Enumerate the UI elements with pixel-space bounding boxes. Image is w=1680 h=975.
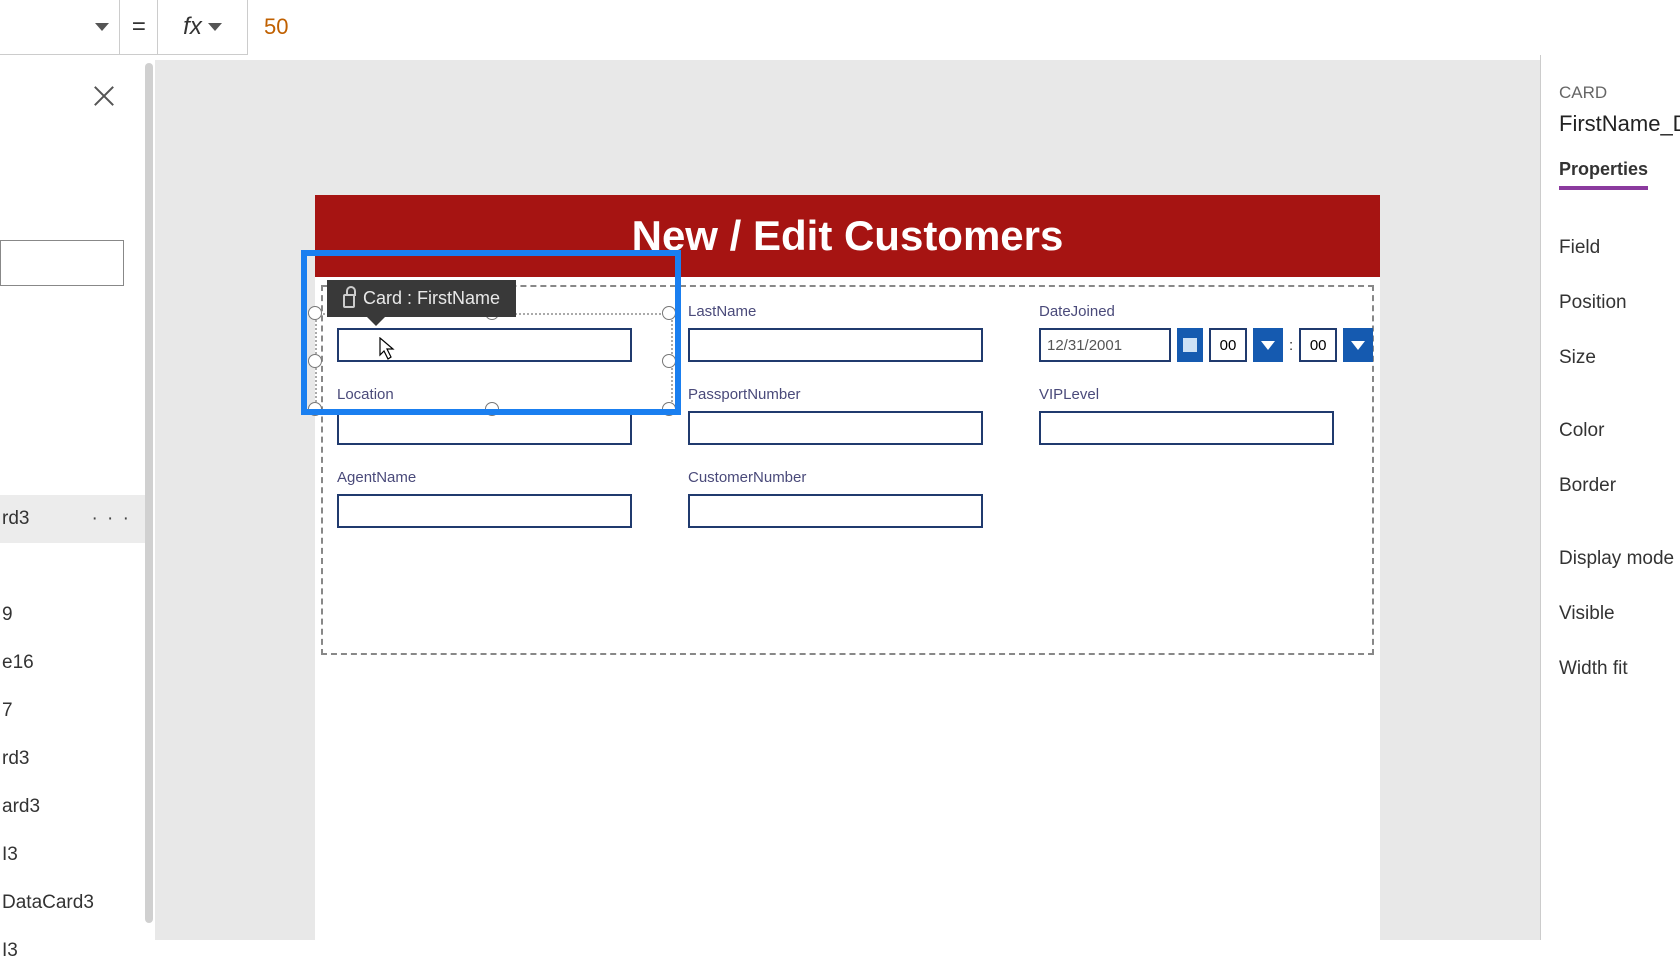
card-lastname[interactable]: LastName xyxy=(688,303,983,362)
card-customernumber[interactable]: CustomerNumber xyxy=(688,469,983,528)
tab-properties[interactable]: Properties xyxy=(1559,159,1648,190)
tree-item[interactable]: 7 xyxy=(0,687,145,735)
tree-item-label: 7 xyxy=(2,700,13,721)
element-type: CARD xyxy=(1559,83,1680,103)
tree-item[interactable]: ard3 xyxy=(0,783,145,831)
field-label: Location xyxy=(337,386,632,403)
location-input[interactable] xyxy=(337,411,632,445)
tree-item[interactable]: e16 xyxy=(0,639,145,687)
minute-input[interactable] xyxy=(1299,328,1337,362)
tree-item-label: DataCard3 xyxy=(2,892,94,913)
tree-item[interactable]: 9 xyxy=(0,591,145,639)
card-viplevel[interactable]: VIPLevel xyxy=(1039,386,1373,445)
formula-input[interactable] xyxy=(248,0,1680,55)
field-label: AgentName xyxy=(337,469,632,486)
tree-item-label: rd3 xyxy=(2,748,29,769)
card-agentname[interactable]: AgentName xyxy=(337,469,632,528)
tree-item-label: I3 xyxy=(2,844,18,865)
prop-field[interactable]: Field xyxy=(1559,220,1680,275)
field-label: VIPLevel xyxy=(1039,386,1373,403)
more-icon[interactable]: · · · xyxy=(91,495,131,543)
tree-item[interactable]: rd3 xyxy=(0,735,145,783)
passportnumber-input[interactable] xyxy=(688,411,983,445)
date-input[interactable] xyxy=(1039,328,1171,362)
tree-item[interactable]: DataCard3 xyxy=(0,879,145,927)
prop-position[interactable]: Position xyxy=(1559,275,1680,330)
agentname-input[interactable] xyxy=(337,494,632,528)
equals-label: = xyxy=(120,0,158,55)
prop-width-fit[interactable]: Width fit xyxy=(1559,641,1680,696)
tree-search-input[interactable] xyxy=(0,240,124,286)
lastname-input[interactable] xyxy=(688,328,983,362)
prop-display-mode[interactable]: Display mode xyxy=(1559,531,1680,586)
lock-icon xyxy=(343,294,355,308)
hour-input[interactable] xyxy=(1209,328,1247,362)
card-location[interactable]: Location xyxy=(337,386,632,445)
field-label: LastName xyxy=(688,303,983,320)
firstname-input[interactable] xyxy=(337,328,632,362)
time-colon: : xyxy=(1289,337,1293,354)
tree-item-label: ard3 xyxy=(2,796,40,817)
minute-dropdown[interactable] xyxy=(1343,328,1373,362)
field-label: CustomerNumber xyxy=(688,469,983,486)
close-icon[interactable] xyxy=(91,83,117,109)
viplevel-input[interactable] xyxy=(1039,411,1334,445)
fx-button[interactable]: fx xyxy=(158,0,248,55)
card-passportnumber[interactable]: PassportNumber xyxy=(688,386,983,445)
prop-size[interactable]: Size xyxy=(1559,330,1680,385)
tree-item[interactable]: rd3 · · · xyxy=(0,495,145,543)
chevron-down-icon xyxy=(208,23,222,31)
element-name: FirstName_D xyxy=(1559,111,1680,137)
tree-item[interactable]: I3 xyxy=(0,927,145,975)
tree-items: rd3 · · · 9 e16 7 rd3 ard3 I3 DataCard3 … xyxy=(0,495,145,975)
formula-bar: = fx xyxy=(0,0,1680,55)
property-selector[interactable] xyxy=(0,0,120,55)
card-datejoined[interactable]: DateJoined : xyxy=(1039,303,1373,362)
prop-border[interactable]: Border xyxy=(1559,458,1680,513)
tooltip-text: Card : FirstName xyxy=(363,288,500,309)
prop-visible[interactable]: Visible xyxy=(1559,586,1680,641)
fx-label: fx xyxy=(183,13,202,41)
design-canvas[interactable]: New / Edit Customers FirstName LastName … xyxy=(155,60,1540,940)
hour-dropdown[interactable] xyxy=(1253,328,1283,362)
selection-tooltip: Card : FirstName xyxy=(327,280,516,317)
chevron-down-icon xyxy=(1351,341,1365,350)
prop-color[interactable]: Color xyxy=(1559,403,1680,458)
app-header: New / Edit Customers xyxy=(315,195,1380,277)
app-title: New / Edit Customers xyxy=(632,212,1064,260)
edit-form[interactable]: FirstName LastName DateJoined : xyxy=(321,285,1374,655)
tree-view-panel: rd3 · · · 9 e16 7 rd3 ard3 I3 DataCard3 … xyxy=(0,55,145,940)
tree-item-label: 9 xyxy=(2,604,13,625)
field-label: PassportNumber xyxy=(688,386,983,403)
tree-item-label: rd3 xyxy=(2,508,29,529)
chevron-down-icon xyxy=(1261,341,1275,350)
calendar-button[interactable] xyxy=(1177,328,1203,362)
tree-item[interactable] xyxy=(0,543,145,591)
tree-item-label: I3 xyxy=(2,940,18,961)
tree-item[interactable]: I3 xyxy=(0,831,145,879)
customernumber-input[interactable] xyxy=(688,494,983,528)
field-label: DateJoined xyxy=(1039,303,1373,320)
calendar-icon xyxy=(1183,338,1197,352)
properties-panel: CARD FirstName_D Properties Field Positi… xyxy=(1540,55,1680,940)
datejoined-row: : xyxy=(1039,328,1373,362)
chevron-down-icon xyxy=(95,23,109,31)
tree-item-label: e16 xyxy=(2,652,34,673)
